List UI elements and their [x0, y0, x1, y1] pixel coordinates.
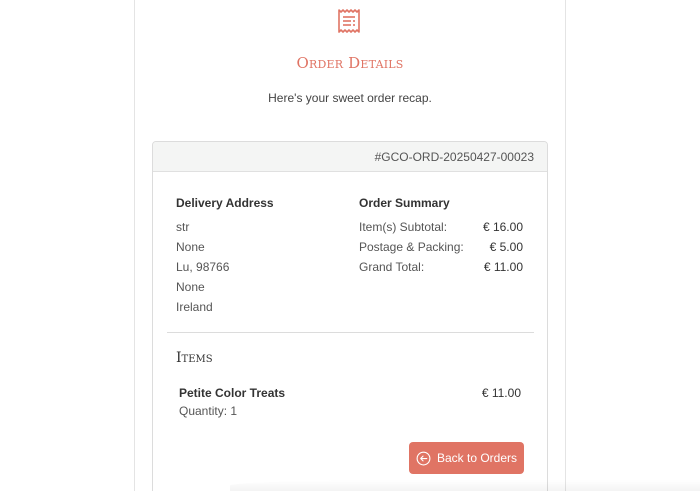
order-number: #GCO-ORD-20250427-00023: [153, 142, 547, 172]
section-divider: [167, 332, 534, 333]
summary-value: € 5.00: [489, 240, 523, 254]
page-subtitle: Here's your sweet order recap.: [268, 91, 432, 105]
page-title: Order Details: [296, 54, 404, 72]
address-line: Lu, 98766: [176, 260, 230, 274]
address-line: None: [176, 240, 205, 254]
summary-label: Grand Total:: [359, 260, 425, 274]
receipt-icon: [337, 8, 361, 34]
order-card: #GCO-ORD-20250427-00023 Delivery Address…: [152, 141, 548, 491]
summary-label: Item(s) Subtotal:: [359, 220, 448, 234]
arrow-left-circle-icon: [416, 451, 431, 466]
delivery-address-title: Delivery Address: [176, 196, 274, 210]
summary-value: € 11.00: [483, 260, 523, 274]
item-price: € 11.00: [481, 386, 521, 400]
back-to-orders-button[interactable]: Back to Orders: [409, 442, 524, 474]
back-to-orders-label: Back to Orders: [436, 451, 518, 465]
item-name: Petite Color Treats: [179, 386, 286, 400]
item-quantity: Quantity: 1: [179, 404, 238, 418]
address-line: None: [176, 280, 205, 294]
summary-label: Postage & Packing:: [359, 240, 464, 254]
address-line: Ireland: [176, 300, 213, 314]
summary-value: € 16.00: [482, 220, 523, 234]
order-summary-title: Order Summary: [359, 196, 450, 210]
bottom-shadow: [230, 480, 700, 491]
address-line: str: [176, 220, 190, 234]
items-title: Items: [176, 350, 213, 366]
